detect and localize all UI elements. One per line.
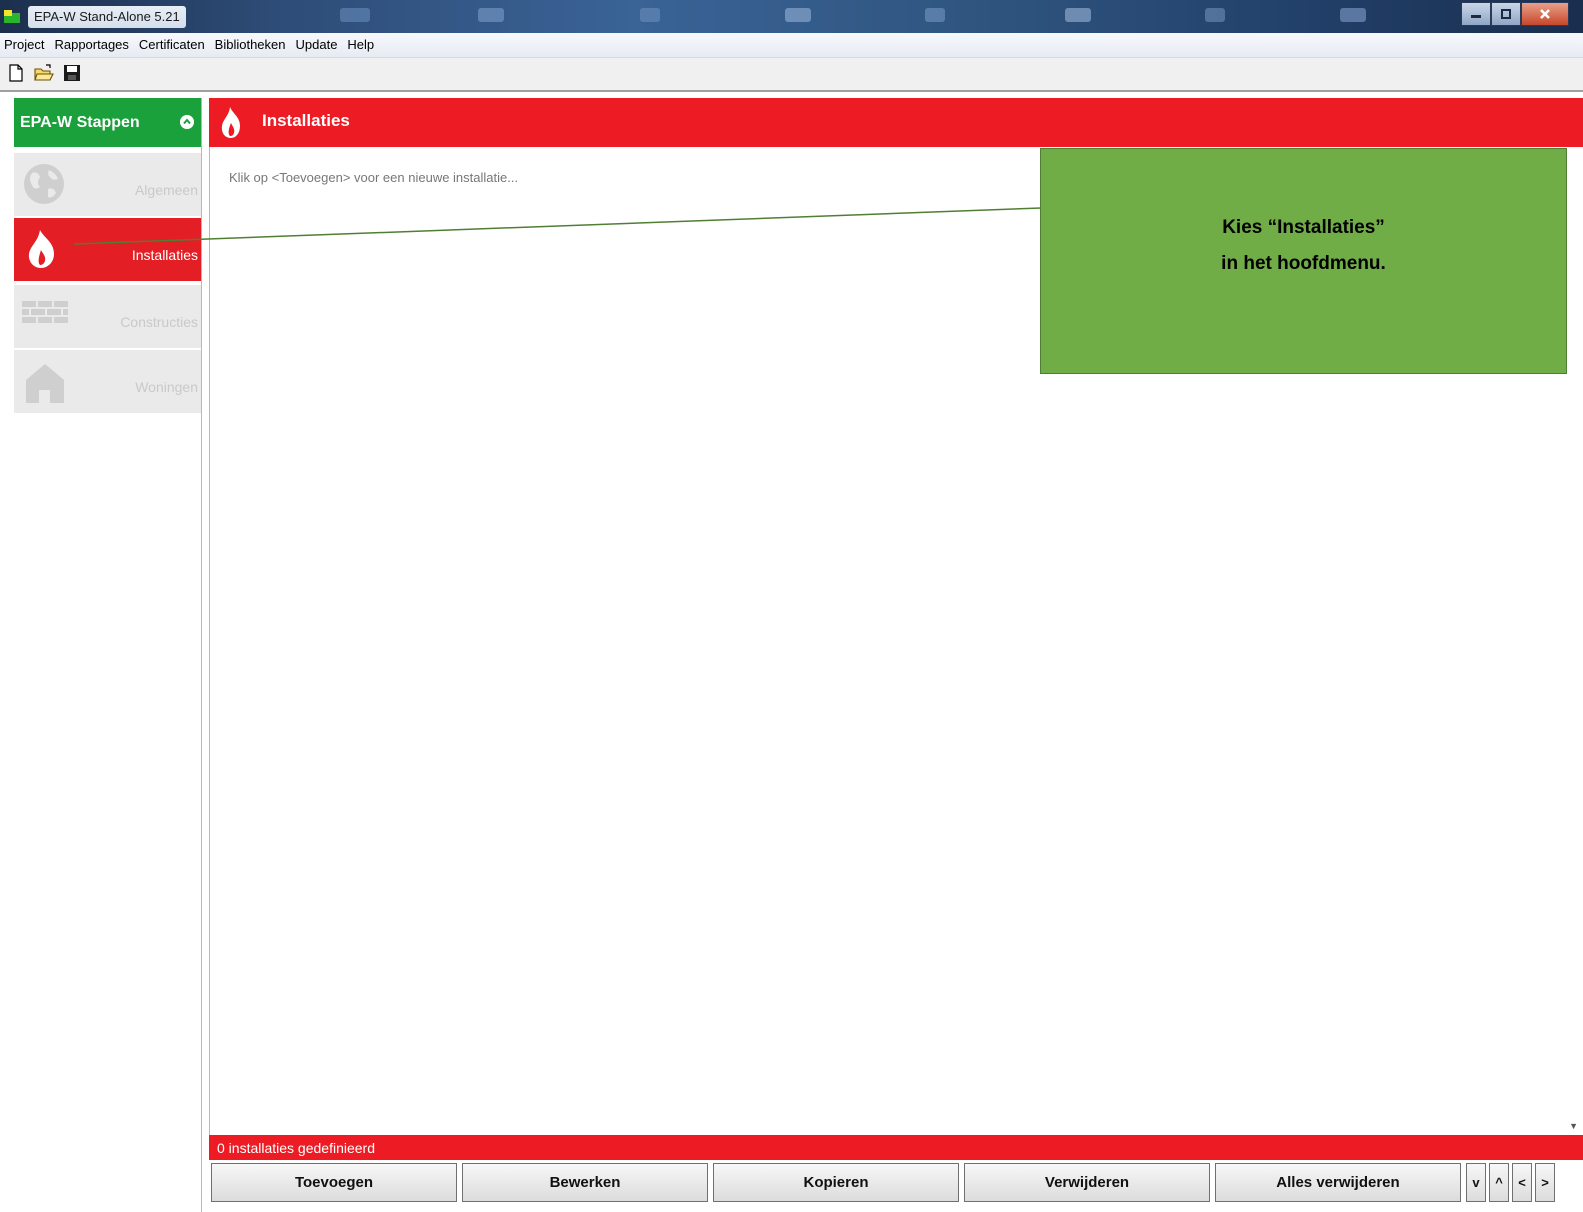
step-constructies[interactable]: Constructies xyxy=(14,285,201,348)
move-up-button[interactable]: ^ xyxy=(1489,1163,1509,1202)
menu-help[interactable]: Help xyxy=(342,33,379,57)
scroll-down-icon[interactable]: ▼ xyxy=(1569,1121,1578,1131)
steps-panel: EPA-W Stappen Algemeen Installaties Cons… xyxy=(14,98,202,1212)
minimize-icon xyxy=(1471,15,1481,18)
flame-icon xyxy=(28,230,54,268)
add-button[interactable]: Toevoegen xyxy=(211,1163,457,1202)
open-folder-icon[interactable] xyxy=(34,63,54,83)
menu-bar: Project Rapportages Certificaten Bibliot… xyxy=(0,33,1583,58)
title-bar: EPA-W Stand-Alone 5.21 xyxy=(0,0,1583,33)
toolbar xyxy=(0,58,1583,92)
delete-button[interactable]: Verwijderen xyxy=(964,1163,1210,1202)
step-label-constructies: Constructies xyxy=(120,314,198,330)
minimize-button[interactable] xyxy=(1461,2,1491,26)
flame-icon xyxy=(221,107,240,138)
step-algemeen[interactable]: Algemeen xyxy=(14,153,201,216)
restore-icon xyxy=(1501,9,1511,19)
collapse-icon[interactable] xyxy=(180,115,194,129)
step-woningen[interactable]: Woningen xyxy=(14,350,201,413)
new-file-icon[interactable] xyxy=(6,63,26,83)
status-bar: 0 installaties gedefinieerd xyxy=(209,1135,1583,1160)
copy-button[interactable]: Kopieren xyxy=(713,1163,959,1202)
menu-bibliotheken[interactable]: Bibliotheken xyxy=(210,33,291,57)
menu-certificaten[interactable]: Certificaten xyxy=(134,33,210,57)
status-text: 0 installaties gedefinieerd xyxy=(217,1140,375,1156)
page-title: Installaties xyxy=(262,111,350,130)
step-label-woningen: Woningen xyxy=(135,379,198,395)
restore-button[interactable] xyxy=(1491,2,1521,26)
main-header: Installaties xyxy=(209,98,1583,147)
steps-title: EPA-W Stappen xyxy=(20,113,140,131)
step-label-algemeen: Algemeen xyxy=(134,182,198,198)
app-icon xyxy=(4,10,26,24)
menu-project[interactable]: Project xyxy=(0,33,49,57)
step-label-installaties: Installaties xyxy=(131,247,198,263)
delete-all-button[interactable]: Alles verwijderen xyxy=(1215,1163,1461,1202)
close-button[interactable] xyxy=(1521,2,1569,26)
step-installaties[interactable]: Installaties xyxy=(14,218,201,281)
globe-icon xyxy=(24,164,64,204)
callout-line-1: Kies “Installaties” xyxy=(1222,217,1385,238)
menu-update[interactable]: Update xyxy=(291,33,343,57)
close-icon xyxy=(1540,9,1550,19)
empty-hint: Klik op <Toevoegen> voor een nieuwe inst… xyxy=(229,170,519,185)
window-title: EPA-W Stand-Alone 5.21 xyxy=(28,6,186,28)
action-buttons: Toevoegen Bewerken Kopieren Verwijderen … xyxy=(209,1163,1583,1207)
annotation-callout: Kies “Installaties” in het hoofdmenu. xyxy=(1040,148,1567,374)
move-down-button[interactable]: v xyxy=(1466,1163,1486,1202)
previous-button[interactable]: < xyxy=(1512,1163,1532,1202)
house-icon xyxy=(26,364,64,403)
steps-header[interactable]: EPA-W Stappen xyxy=(14,98,201,147)
brick-wall-icon xyxy=(22,301,68,323)
edit-button[interactable]: Bewerken xyxy=(462,1163,708,1202)
next-button[interactable]: > xyxy=(1535,1163,1555,1202)
menu-rapportages[interactable]: Rapportages xyxy=(49,33,133,57)
save-icon[interactable] xyxy=(62,63,82,83)
callout-line-2: in het hoofdmenu. xyxy=(1221,253,1386,274)
